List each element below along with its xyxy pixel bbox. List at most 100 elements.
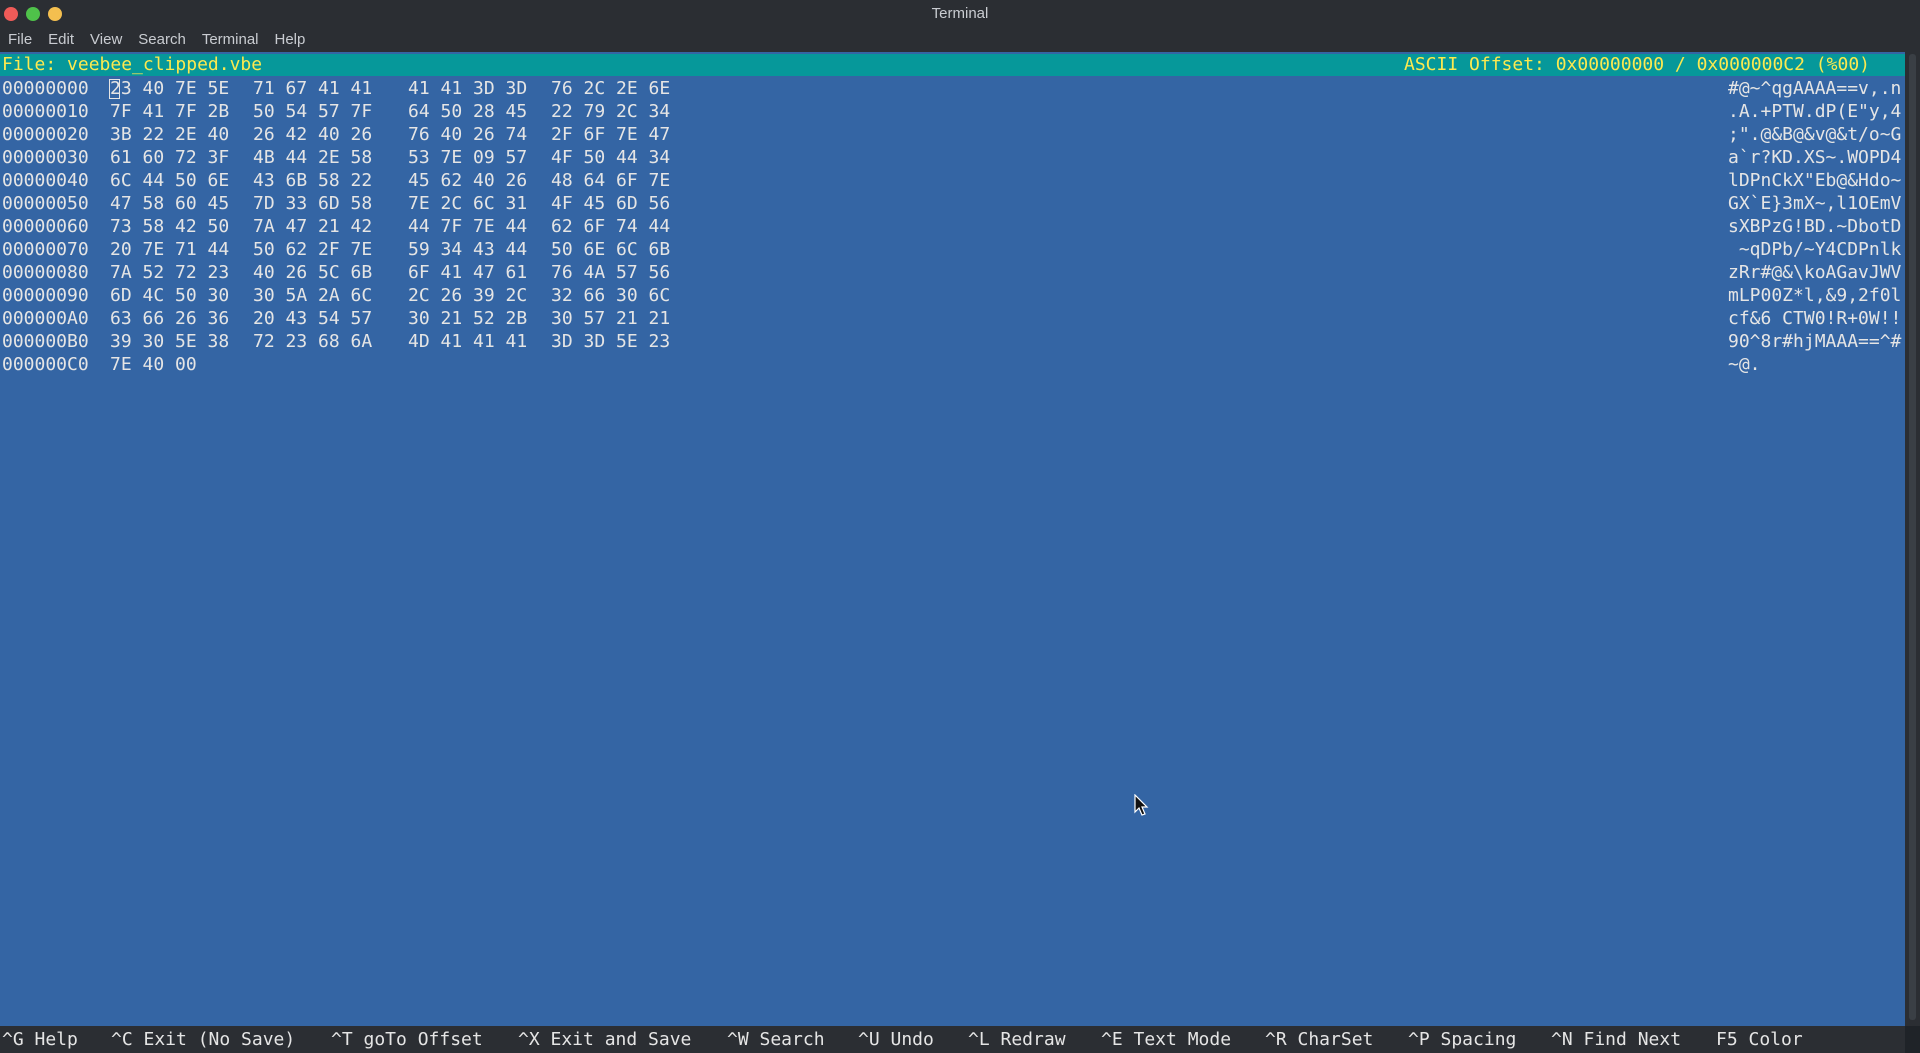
ascii-column[interactable]: ~qDPb/~Y4CDPnlk — [1728, 238, 1902, 261]
hex-byte-group[interactable]: 2C 26 39 2C — [408, 284, 527, 307]
vertical-scrollbar[interactable] — [1905, 52, 1920, 1026]
hex-byte-group[interactable]: 50 62 2F 7E — [253, 238, 372, 261]
hex-byte-group[interactable]: 32 66 30 6C — [551, 284, 670, 307]
hex-byte-group[interactable]: 73 58 42 50 — [110, 215, 229, 238]
hex-byte-group[interactable]: 7E 40 00 — [110, 353, 197, 376]
hex-row[interactable]: 00000070 20 7E 71 44 50 62 2F 7E 59 34 43 4… — [0, 238, 1905, 261]
hex-row[interactable]: 000000C0 7E 40 00 ~@. — [0, 353, 1905, 376]
hex-row-address: 00000010 — [2, 101, 89, 122]
ascii-column[interactable]: ;".@&B@&v@&t/o~G — [1728, 123, 1901, 146]
hex-byte-group[interactable]: 7E 2C 6C 31 — [408, 192, 527, 215]
menu-view[interactable]: View — [82, 28, 130, 52]
hex-byte-group[interactable]: 4B 44 2E 58 — [253, 146, 372, 169]
hex-byte-group[interactable]: 53 7E 09 57 — [408, 146, 527, 169]
hex-byte-group[interactable]: 64 50 28 45 — [408, 100, 527, 123]
hex-byte-group[interactable]: 30 5A 2A 6C — [253, 284, 372, 307]
ascii-offset-label: ASCII Offset: 0x00000000 / 0x000000C2 (%… — [1404, 54, 1870, 75]
hex-row[interactable]: 000000A0 63 66 26 36 20 43 54 57 30 21 52 2… — [0, 307, 1905, 330]
file-name-label: File: veebee_clipped.vbe — [2, 54, 263, 75]
hex-byte-group[interactable]: 61 60 72 3F — [110, 146, 229, 169]
ascii-column[interactable]: GX`E}3mX~,l1OEmV — [1728, 192, 1901, 215]
hex-byte-group[interactable]: 76 4A 57 56 — [551, 261, 670, 284]
mouse-pointer-icon — [1134, 794, 1149, 816]
hex-byte-group[interactable]: 63 66 26 36 — [110, 307, 229, 330]
shortcut-item: ^U Undo — [858, 1029, 934, 1050]
hex-row[interactable]: 000000B0 39 30 5E 38 72 23 68 6A 4D 41 41 4… — [0, 330, 1905, 353]
ascii-column[interactable]: .A.+PTW.dP(E"y,4 — [1728, 100, 1901, 123]
hex-row[interactable]: 00000000 23 40 7E 5E 71 67 41 41 41 41 3D 3… — [0, 77, 1905, 100]
ascii-column[interactable]: mLP00Z*l,&9,2f0l — [1728, 284, 1901, 307]
hex-byte-group[interactable]: 45 62 40 26 — [408, 169, 527, 192]
ascii-column[interactable]: sXBPzG!BD.~DbotD — [1728, 215, 1901, 238]
hex-byte-group[interactable]: 30 57 21 21 — [551, 307, 670, 330]
hex-byte-group[interactable]: 76 2C 2E 6E — [551, 77, 670, 100]
hex-byte-group[interactable]: 50 54 57 7F — [253, 100, 372, 123]
hex-byte-group[interactable]: 7A 52 72 23 — [110, 261, 229, 284]
hex-byte-group[interactable]: 59 34 43 44 — [408, 238, 527, 261]
hex-dump[interactable]: 00000000 23 40 7E 5E 71 67 41 41 41 41 3D 3… — [0, 77, 1905, 376]
ascii-column[interactable]: #@~^qgAAAA==v,.n — [1728, 77, 1901, 100]
hex-byte-group[interactable]: 48 64 6F 7E — [551, 169, 670, 192]
ascii-column[interactable]: lDPnCkX"Eb@&Hdo~ — [1728, 169, 1901, 192]
hex-byte-group[interactable]: 4F 50 44 34 — [551, 146, 670, 169]
hex-row[interactable]: 00000010 7F 41 7F 2B 50 54 57 7F 64 50 28 4… — [0, 100, 1905, 123]
hex-row[interactable]: 00000080 7A 52 72 23 40 26 5C 6B 6F 41 47 6… — [0, 261, 1905, 284]
terminal-area[interactable]: File: veebee_clipped.vbe ASCII Offset: 0… — [0, 52, 1905, 1026]
hex-row-address: 000000C0 — [2, 354, 89, 375]
hex-byte-group[interactable]: 4F 45 6D 56 — [551, 192, 670, 215]
hex-byte-group[interactable]: 71 67 41 41 — [253, 77, 372, 100]
hex-row[interactable]: 00000090 6D 4C 50 30 30 5A 2A 6C 2C 26 39 2… — [0, 284, 1905, 307]
hex-row[interactable]: 00000030 61 60 72 3F 4B 44 2E 58 53 7E 09 5… — [0, 146, 1905, 169]
hex-byte-group[interactable]: 39 30 5E 38 — [110, 330, 229, 353]
hex-byte-group[interactable]: 7D 33 6D 58 — [253, 192, 372, 215]
ascii-column[interactable]: ~@. — [1728, 353, 1761, 376]
hex-byte-group[interactable]: 3B 22 2E 40 — [110, 123, 229, 146]
hex-byte-group[interactable]: 6D 4C 50 30 — [110, 284, 229, 307]
shortcut-item: ^X Exit and Save — [518, 1029, 692, 1050]
shortcut-item: ^L Redraw — [968, 1029, 1066, 1050]
ascii-column[interactable]: a`r?KD.XS~.WOPD4 — [1728, 146, 1901, 169]
hex-byte-group[interactable]: 43 6B 58 22 — [253, 169, 372, 192]
shortcut-item: ^W Search — [727, 1029, 825, 1050]
hex-byte-group[interactable]: 3D 3D 5E 23 — [551, 330, 670, 353]
hex-row-address: 00000060 — [2, 216, 89, 237]
shortcut-item: ^R CharSet — [1265, 1029, 1374, 1050]
hex-byte-group[interactable]: 26 42 40 26 — [253, 123, 372, 146]
hex-row[interactable]: 00000020 3B 22 2E 40 26 42 40 26 76 40 26 7… — [0, 123, 1905, 146]
hex-byte-group[interactable]: 20 7E 71 44 — [110, 238, 229, 261]
menu-help[interactable]: Help — [267, 28, 314, 52]
menu-edit[interactable]: Edit — [40, 28, 82, 52]
hex-byte-group[interactable]: 62 6F 74 44 — [551, 215, 670, 238]
hex-byte-group[interactable]: 6C 44 50 6E — [110, 169, 229, 192]
hex-row-address: 00000030 — [2, 147, 89, 168]
hex-row[interactable]: 00000040 6C 44 50 6E 43 6B 58 22 45 62 40 2… — [0, 169, 1905, 192]
hex-byte-group[interactable]: 20 43 54 57 — [253, 307, 372, 330]
hex-byte-group[interactable]: 50 6E 6C 6B — [551, 238, 670, 261]
hex-byte-group[interactable]: 4D 41 41 41 — [408, 330, 527, 353]
menu-terminal[interactable]: Terminal — [194, 28, 267, 52]
hex-row-address: 000000B0 — [2, 331, 89, 352]
menu-search[interactable]: Search — [130, 28, 194, 52]
hex-byte-group[interactable]: 30 21 52 2B — [408, 307, 527, 330]
hex-byte-group[interactable]: 76 40 26 74 — [408, 123, 527, 146]
hex-byte-group[interactable]: 23 40 7E 5E — [110, 77, 229, 100]
hex-byte-group[interactable]: 6F 41 47 61 — [408, 261, 527, 284]
ascii-column[interactable]: 90^8r#hjMAAA==^# — [1728, 330, 1901, 353]
ascii-column[interactable]: cf&6 CTW0!R+0W!! — [1728, 307, 1901, 330]
menu-file[interactable]: File — [0, 28, 40, 52]
hex-byte-group[interactable]: 2F 6F 7E 47 — [551, 123, 670, 146]
shortcut-item: ^G Help — [2, 1029, 78, 1050]
hex-byte-group[interactable]: 47 58 60 45 — [110, 192, 229, 215]
hex-byte-group[interactable]: 41 41 3D 3D — [408, 77, 527, 100]
hex-row[interactable]: 00000050 47 58 60 45 7D 33 6D 58 7E 2C 6C 3… — [0, 192, 1905, 215]
ascii-column[interactable]: zRr#@&\koAGavJWV — [1728, 261, 1901, 284]
scrollbar-thumb[interactable] — [1909, 54, 1916, 1020]
hex-row[interactable]: 00000060 73 58 42 50 7A 47 21 42 44 7F 7E 4… — [0, 215, 1905, 238]
hex-byte-group[interactable]: 7F 41 7F 2B — [110, 100, 229, 123]
hex-byte-group[interactable]: 44 7F 7E 44 — [408, 215, 527, 238]
hex-byte-group[interactable]: 40 26 5C 6B — [253, 261, 372, 284]
shortcut-item: F5 Color — [1716, 1029, 1803, 1050]
hex-byte-group[interactable]: 72 23 68 6A — [253, 330, 372, 353]
hex-byte-group[interactable]: 22 79 2C 34 — [551, 100, 670, 123]
hex-byte-group[interactable]: 7A 47 21 42 — [253, 215, 372, 238]
